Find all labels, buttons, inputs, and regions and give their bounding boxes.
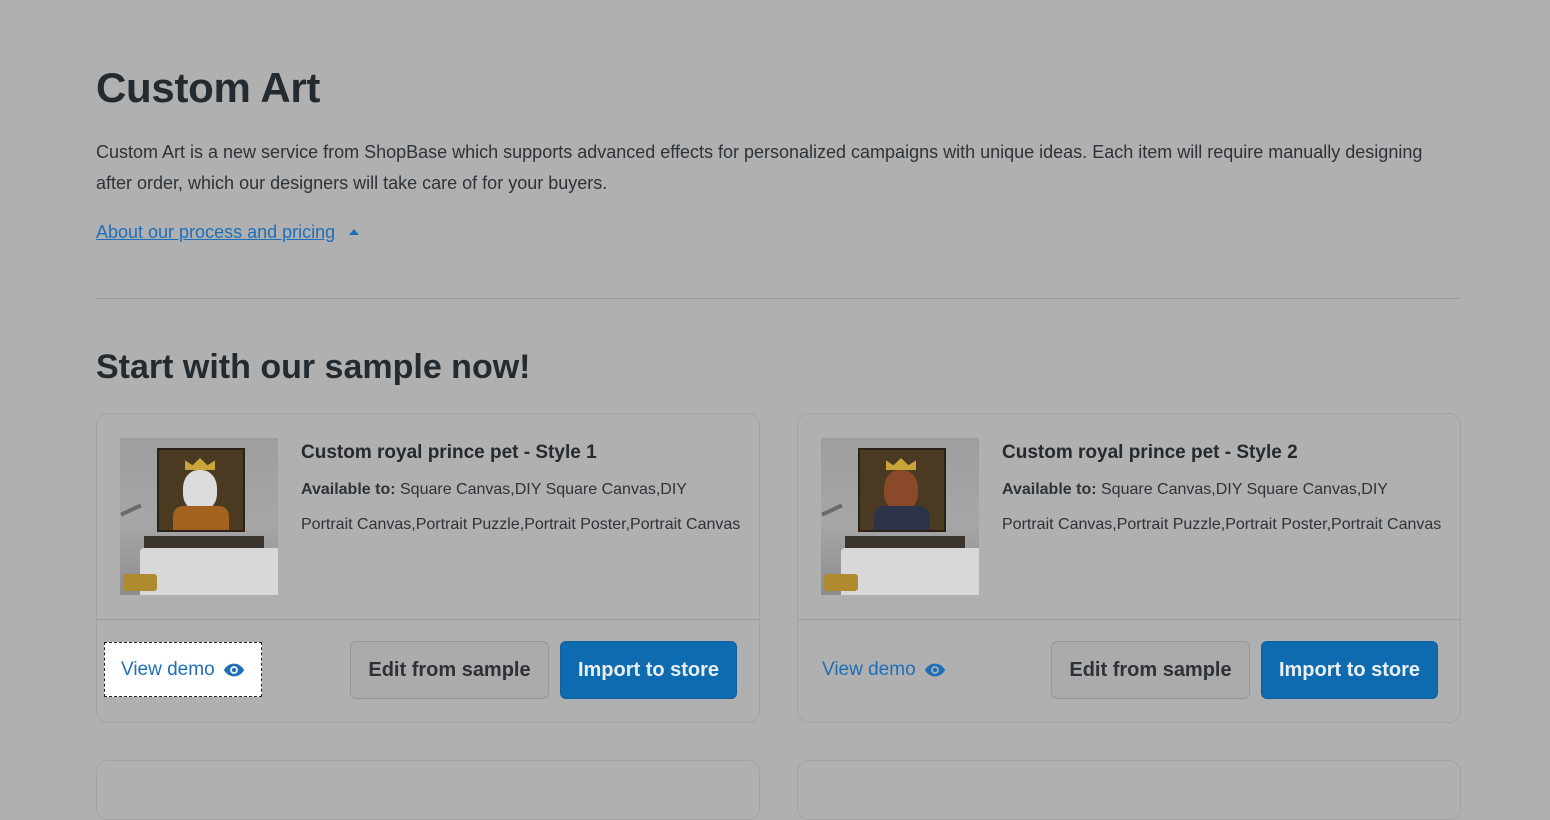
- eye-icon: [223, 663, 244, 677]
- card-divider: [97, 619, 759, 620]
- view-demo-link[interactable]: View demo: [104, 642, 262, 697]
- view-demo-label: View demo: [822, 659, 916, 680]
- sample-card-style-1: Custom royal prince pet - Style 1 Availa…: [96, 413, 760, 723]
- import-to-store-button[interactable]: Import to store: [1261, 641, 1438, 699]
- samples-section-title: Start with our sample now!: [96, 348, 531, 386]
- eye-icon: [924, 663, 945, 677]
- sample-card-partial: [96, 760, 760, 820]
- sample-name: Custom royal prince pet - Style 1: [301, 442, 597, 463]
- sample-thumbnail-image: [120, 438, 278, 595]
- edit-from-sample-button[interactable]: Edit from sample: [1051, 641, 1250, 699]
- availability-label: Available to:: [301, 481, 396, 498]
- section-divider: [96, 298, 1461, 299]
- view-demo-label: View demo: [121, 659, 215, 680]
- page-description: Custom Art is a new service from ShopBas…: [96, 142, 1423, 193]
- sample-name: Custom royal prince pet - Style 2: [1002, 442, 1298, 463]
- sample-card-partial: [797, 760, 1461, 820]
- caret-up-icon: [349, 228, 360, 235]
- about-link-label: About our process and pricing: [96, 222, 336, 242]
- page-title: Custom Art: [96, 64, 321, 111]
- about-process-pricing-link[interactable]: About our process and pricing: [96, 222, 360, 243]
- edit-from-sample-button[interactable]: Edit from sample: [350, 641, 549, 699]
- sample-availability: Available to: Square Canvas,DIY Square C…: [301, 472, 741, 542]
- sample-card-style-2: Custom royal prince pet - Style 2 Availa…: [797, 413, 1461, 723]
- availability-label: Available to:: [1002, 481, 1097, 498]
- view-demo-link[interactable]: View demo: [822, 659, 946, 681]
- sample-thumbnail-image: [821, 438, 979, 595]
- import-to-store-button[interactable]: Import to store: [560, 641, 737, 699]
- sample-availability: Available to: Square Canvas,DIY Square C…: [1002, 472, 1442, 542]
- card-divider: [798, 619, 1460, 620]
